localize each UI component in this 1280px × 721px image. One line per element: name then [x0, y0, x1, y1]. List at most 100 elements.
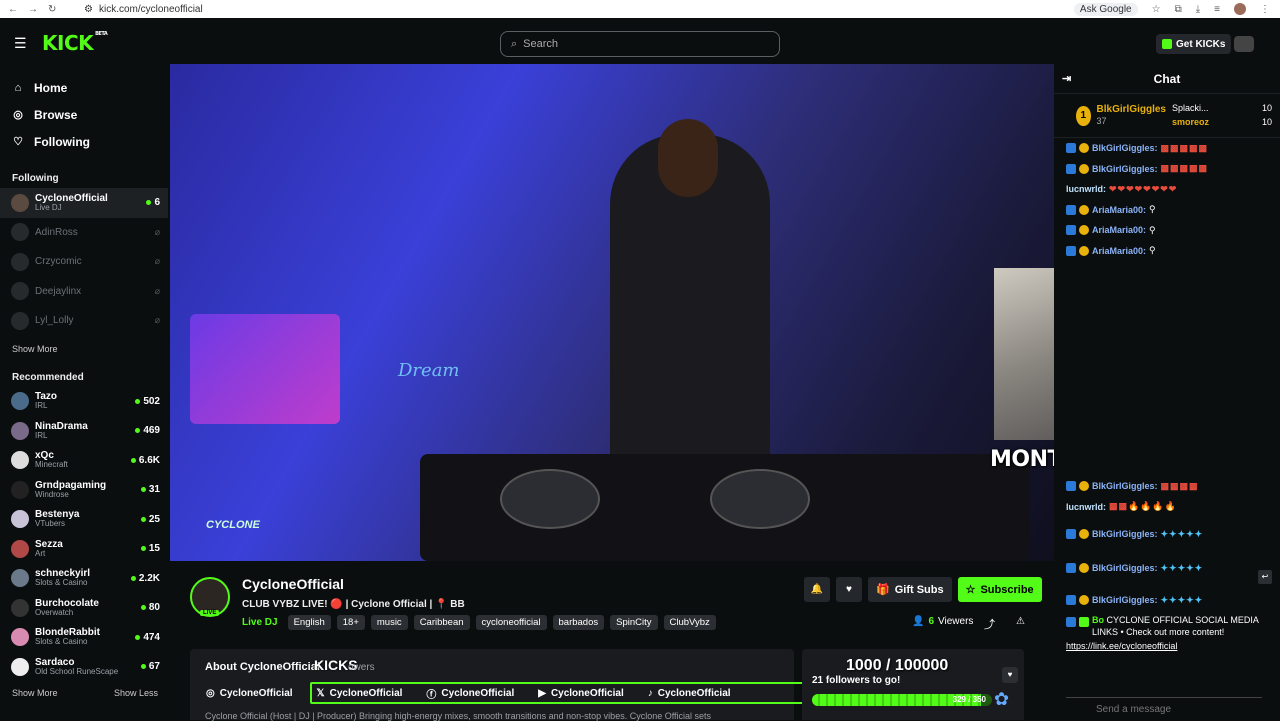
site-info-icon[interactable]: ⚙: [84, 4, 93, 15]
chat-username[interactable]: BlkGirlGiggles:: [1092, 143, 1158, 153]
notification-bell-button[interactable]: 🔔: [804, 577, 830, 602]
share-icon[interactable]: ⤴: [984, 616, 995, 632]
kick-logo[interactable]: KICK BETA: [42, 31, 108, 55]
chat-message: BlkGirlGiggles: ▩▩▩▩: [1054, 476, 1280, 497]
tag[interactable]: cycloneofficial: [475, 615, 547, 630]
sidebar-channel-cycloneofficial[interactable]: CycloneOfficial Live DJ 6: [0, 188, 168, 218]
sidebar-channel-adinross[interactable]: AdinRoss ⌀: [0, 218, 168, 248]
profile-avatar[interactable]: [1234, 3, 1246, 15]
gift-subs-button[interactable]: 🎁 Gift Subs: [868, 577, 952, 602]
sidebar-channel-ninadrama[interactable]: NinaDrama IRL 469: [0, 416, 168, 446]
chat-username[interactable]: AriaMaria00:: [1092, 246, 1146, 256]
chat-username[interactable]: BlkGirlGiggles:: [1092, 529, 1158, 539]
sidebar-channel-xqc[interactable]: xQc Minecraft 6.6K: [0, 446, 168, 476]
star-icon: ☆: [965, 584, 976, 596]
chat-link[interactable]: https://link.ee/cycloneofficial: [1054, 641, 1280, 651]
channel-category: Minecraft: [35, 460, 68, 470]
instagram-icon: ◎: [206, 688, 215, 699]
sidebar-channel-lyl-lolly[interactable]: Lyl_Lolly ⌀: [0, 306, 168, 336]
chat-message: BlkGirlGiggles: ✦✦✦✦✦: [1054, 551, 1280, 585]
stream-category[interactable]: Live DJ: [242, 617, 278, 628]
tab-list-icon[interactable]: ≡: [1214, 4, 1220, 15]
tag[interactable]: English: [287, 615, 331, 630]
tag[interactable]: barbados: [552, 615, 605, 630]
sidebar-channel-grndpagaming[interactable]: Grndpagaming Windrose 31: [0, 475, 168, 505]
user-avatar[interactable]: [1234, 36, 1254, 52]
tag[interactable]: SpinCity: [610, 615, 658, 630]
stream-watermark: CYCLONE: [206, 519, 260, 531]
sidebar-channel-burchocolate[interactable]: Burchocolate Overwatch 80: [0, 593, 168, 623]
channel-category: Art: [35, 548, 46, 558]
chat-message: BlkGirlGiggles: ✦✦✦✦✦: [1054, 517, 1280, 551]
gifter-name[interactable]: BlkGirlGiggles: [1097, 104, 1166, 115]
report-icon[interactable]: ⚠: [1016, 616, 1025, 627]
chat-username[interactable]: lucnwrld:: [1066, 184, 1106, 194]
sidebar-channel-tazo[interactable]: Tazo IRL 502: [0, 387, 168, 417]
tag[interactable]: 18+: [336, 615, 365, 630]
nav-home[interactable]: ⌂ Home: [12, 74, 168, 101]
sidebar-channel-deejaylinx[interactable]: Deejaylinx ⌀: [0, 277, 168, 307]
sidebar-channel-bestenya[interactable]: Bestenya VTubers 25: [0, 505, 168, 535]
avatar: [11, 539, 29, 558]
chat-username[interactable]: Bo: [1092, 615, 1104, 625]
goal-progress-bar: 329 / 350: [812, 694, 992, 706]
count-text: 2.2K: [138, 572, 160, 584]
chat-username[interactable]: lucnwrld:: [1066, 502, 1106, 512]
show-more-recommended-button[interactable]: Show More: [12, 688, 58, 698]
chat-username[interactable]: AriaMaria00:: [1092, 225, 1146, 235]
social-instagram[interactable]: ◎ CycloneOfficial: [206, 688, 293, 699]
chat-message: AriaMaria00: ⚲: [1054, 220, 1280, 241]
reload-icon[interactable]: ↻: [48, 4, 56, 15]
sidebar-channel-sardaco[interactable]: Sardaco Old School RuneScape 67: [0, 652, 168, 682]
video-player[interactable]: Dream CYCLONE: [170, 64, 1054, 561]
sidebar-channel-crzycomic[interactable]: Crzycomic ⌀: [0, 247, 168, 277]
stream-title: CLUB VYBZ LIVE! 🔴 | Cyclone Official | 📍…: [242, 599, 465, 610]
nav-following[interactable]: ♡ Following: [12, 128, 168, 155]
gifter-name[interactable]: Splacki...: [1172, 102, 1209, 116]
heart-icon[interactable]: ♥: [1002, 667, 1018, 683]
back-icon[interactable]: ←: [8, 4, 18, 15]
ask-google-button[interactable]: Ask Google: [1073, 2, 1138, 16]
verified-icon: [1079, 617, 1089, 627]
chat-username[interactable]: BlkGirlGiggles:: [1092, 164, 1158, 174]
extensions-icon[interactable]: ⧉: [1175, 4, 1182, 15]
show-less-button[interactable]: Show Less: [114, 688, 158, 698]
chat-input[interactable]: Send a message: [1066, 697, 1262, 719]
hamburger-icon[interactable]: ☰: [14, 35, 28, 52]
gifter-name[interactable]: smoreoz: [1172, 116, 1209, 130]
forward-icon[interactable]: →: [28, 4, 38, 15]
sidebar-channel-schneckyirl[interactable]: schneckyirl Slots & Casino 2.2K: [0, 564, 168, 594]
live-dot-icon: [140, 664, 146, 670]
collapse-chat-icon[interactable]: ⇥: [1062, 72, 1071, 85]
search-icon: ⌕: [511, 37, 518, 50]
emote-icon: ▩▩▩▩▩: [1160, 163, 1209, 174]
chat-username[interactable]: BlkGirlGiggles:: [1092, 563, 1158, 573]
gifter-badge-icon: [1079, 529, 1089, 539]
tag[interactable]: music: [370, 615, 408, 630]
return-icon[interactable]: ↩: [1258, 570, 1272, 584]
search-input[interactable]: ⌕ Search: [500, 31, 780, 57]
streamer-head: [658, 119, 718, 197]
follow-button[interactable]: ♥: [836, 577, 862, 602]
nav-browse[interactable]: ◎ Browse: [12, 101, 168, 128]
sub-badge-icon: [1066, 529, 1076, 539]
show-more-following-button[interactable]: Show More: [0, 344, 168, 354]
menu-icon[interactable]: ⋮: [1260, 4, 1270, 15]
channel-category: Live DJ: [35, 202, 62, 212]
sidebar-channel-blonderabbit[interactable]: BlondeRabbit Slots & Casino 474: [0, 623, 168, 653]
viewer-count: 67: [140, 661, 160, 672]
chat-username[interactable]: AriaMaria00:: [1092, 205, 1146, 215]
star-icon[interactable]: ☆: [1152, 4, 1161, 15]
streamer-name[interactable]: CycloneOfficial: [242, 576, 344, 592]
viewers-icon: 👤: [912, 616, 925, 627]
chat-username[interactable]: BlkGirlGiggles:: [1092, 481, 1158, 491]
sidebar-channel-sezza[interactable]: Sezza Art 15: [0, 534, 168, 564]
get-kicks-button[interactable]: Get KICKs: [1156, 34, 1232, 54]
download-icon[interactable]: ⤓: [1196, 4, 1200, 15]
chat-username[interactable]: BlkGirlGiggles:: [1092, 595, 1158, 605]
avatar: [11, 598, 29, 617]
tag[interactable]: Caribbean: [413, 615, 470, 630]
tag[interactable]: ClubVybz: [663, 615, 716, 630]
subscribe-button[interactable]: ☆ Subscribe: [957, 577, 1042, 602]
address-bar[interactable]: ⚙ kick.com/cycloneofficial: [84, 4, 203, 15]
